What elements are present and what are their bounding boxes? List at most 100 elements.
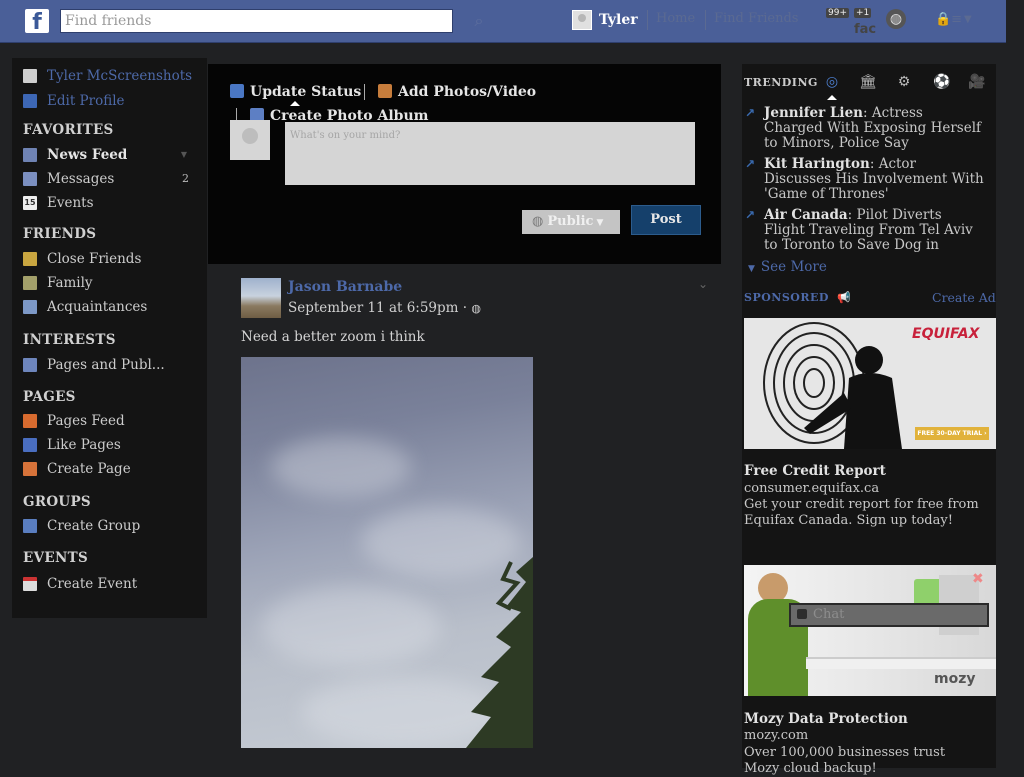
see-more-link[interactable]: ▼ See More: [748, 259, 827, 275]
free-trial-button[interactable]: FREE 30-DAY TRIAL ›: [915, 427, 989, 440]
sidebar-item-label: Create Group: [47, 518, 141, 534]
sidebar-item-label: Pages and Publ...: [47, 357, 165, 373]
pencil-icon: [23, 94, 37, 108]
ad-url: mozy.com: [744, 728, 809, 743]
ad-title[interactable]: Mozy Data Protection: [744, 711, 908, 727]
status-input[interactable]: What's on your mind?: [285, 122, 695, 185]
sidebar-item-create-event[interactable]: Create Event: [23, 574, 203, 594]
sidebar-item-messages[interactable]: Messages 2: [23, 169, 203, 189]
ad-title[interactable]: Free Credit Report: [744, 463, 886, 479]
left-sidebar: Tyler McScreenshots Edit Profile FAVORIT…: [12, 58, 207, 618]
sponsored-heading: SPONSORED 📢: [744, 291, 852, 304]
create-ad-link[interactable]: Create Ad: [932, 290, 996, 305]
calendar-icon: 15: [23, 196, 37, 210]
mozy-logo: mozy: [934, 671, 976, 687]
trending-topic[interactable]: Jennifer Lien: [764, 105, 863, 121]
see-more-label: See More: [760, 259, 827, 275]
trending-arrow-icon: ↗: [745, 157, 756, 171]
sidebar-item-label: Create Event: [47, 576, 138, 592]
tab-label: Add Photos/Video: [398, 84, 537, 100]
profile-link[interactable]: Tyler: [599, 12, 638, 28]
entertainment-icon[interactable]: 🎥: [968, 74, 985, 90]
flag-icon: [23, 414, 37, 428]
politics-icon[interactable]: 🏛: [859, 74, 877, 90]
trending-topic[interactable]: Kit Harington: [764, 156, 870, 172]
divider: [364, 84, 365, 100]
close-icon[interactable]: ✖: [972, 571, 984, 587]
sidebar-item-label: Events: [47, 195, 94, 211]
tab-add-photos[interactable]: Add Photos/Video: [378, 84, 536, 100]
sidebar-item-pages-and-public[interactable]: Pages and Publ...: [23, 355, 203, 375]
megaphone-icon: 📢: [837, 291, 852, 304]
trending-topic[interactable]: Air Canada: [764, 208, 848, 223]
post-author-link[interactable]: Jason Barnabe: [288, 279, 402, 295]
composer: Update Status Add Photos/Video Create Ph…: [208, 64, 721, 264]
post-photo[interactable]: [241, 357, 533, 748]
messages-icon: [23, 172, 37, 186]
sidebar-item-label: Pages Feed: [47, 413, 125, 429]
sidebar-item-events[interactable]: 15 Events: [23, 193, 203, 213]
section-heading-interests: INTERESTS: [23, 332, 116, 348]
sidebar-item-news-feed[interactable]: News Feed ▼: [23, 145, 203, 165]
audience-selector[interactable]: ◍ Public ▼: [522, 210, 620, 234]
sidebar-item-close-friends[interactable]: Close Friends: [23, 249, 203, 269]
facebook-logo[interactable]: f: [25, 9, 49, 33]
ad-image-mozy[interactable]: mozy ✖: [744, 565, 996, 696]
avatar: [23, 69, 37, 83]
tree-silhouette: [466, 557, 533, 748]
sidebar-item-label: Tyler McScreenshots: [47, 68, 193, 84]
magnifier-icon[interactable]: ⌕: [466, 9, 492, 33]
trending-heading: TRENDING: [744, 76, 818, 89]
notification-badge: 99+: [826, 8, 849, 18]
sidebar-item-like-pages[interactable]: Like Pages: [23, 435, 203, 455]
trending-icon[interactable]: ◎: [824, 74, 840, 90]
search-input[interactable]: Find friends: [60, 9, 453, 33]
chevron-down-icon[interactable]: ⌄: [698, 277, 708, 291]
sidebar-item-label: Messages: [47, 171, 115, 187]
divider: [705, 10, 706, 30]
chevron-down-icon[interactable]: ▼: [181, 145, 187, 165]
chat-label: Chat: [813, 607, 845, 622]
active-tab-indicator: [827, 95, 837, 100]
friends-icon: fac: [854, 22, 877, 37]
chevron-down-icon[interactable]: ▼: [964, 14, 972, 25]
sidebar-item-edit-profile[interactable]: Edit Profile: [23, 91, 203, 111]
sidebar-item-label: Acquaintances: [47, 299, 148, 315]
sidebar-item-create-group[interactable]: Create Group: [23, 516, 203, 536]
sidebar-item-pages-feed[interactable]: Pages Feed: [23, 411, 203, 431]
post-author-avatar[interactable]: [241, 278, 281, 318]
audience-label: Public: [547, 214, 594, 229]
create-group-icon: [23, 519, 37, 533]
globe-icon[interactable]: ◍: [886, 9, 906, 29]
ad-description: Over 100,000 businesses trust Mozy cloud…: [744, 745, 946, 776]
sponsored-label: SPONSORED: [744, 291, 829, 304]
trending-item[interactable]: ↗ Air Canada: Pilot Diverts Flight Trave…: [745, 208, 985, 253]
avatar[interactable]: [572, 10, 592, 30]
trending-arrow-icon: ↗: [745, 106, 756, 120]
photo-icon: [378, 84, 392, 98]
sports-icon[interactable]: ⚽: [933, 74, 950, 90]
privacy-shortcuts-icon[interactable]: 🔒≡: [935, 12, 962, 27]
sidebar-item-label: Close Friends: [47, 251, 142, 267]
tab-update-status[interactable]: Update Status: [230, 84, 361, 100]
sidebar-item-family[interactable]: Family: [23, 273, 203, 293]
sidebar-item-profile[interactable]: Tyler McScreenshots: [23, 66, 203, 86]
pencil-icon: [230, 84, 244, 98]
sidebar-item-acquaintances[interactable]: Acquaintances: [23, 297, 203, 317]
family-icon: [23, 276, 37, 290]
post-timestamp[interactable]: September 11 at 6:59pm · ◍: [288, 300, 481, 316]
sidebar-item-label: Family: [47, 275, 93, 291]
sidebar-item-label: News Feed: [47, 147, 128, 163]
news-feed-icon: [23, 148, 37, 162]
science-icon[interactable]: ⚙: [896, 74, 912, 90]
acquaintances-icon: [23, 300, 37, 314]
home-link[interactable]: Home: [656, 11, 695, 26]
post-button[interactable]: Post: [631, 205, 701, 235]
sidebar-item-create-page[interactable]: Create Page: [23, 459, 203, 479]
find-friends-link[interactable]: Find Friends: [714, 11, 798, 26]
chat-bar[interactable]: Chat: [789, 603, 989, 627]
section-heading-friends: FRIENDS: [23, 226, 97, 242]
create-event-icon: [23, 577, 37, 591]
ad-image-equifax[interactable]: EQUIFAX FREE 30-DAY TRIAL ›: [744, 318, 996, 449]
friend-requests-button[interactable]: 99+ +1 fac: [826, 6, 876, 37]
